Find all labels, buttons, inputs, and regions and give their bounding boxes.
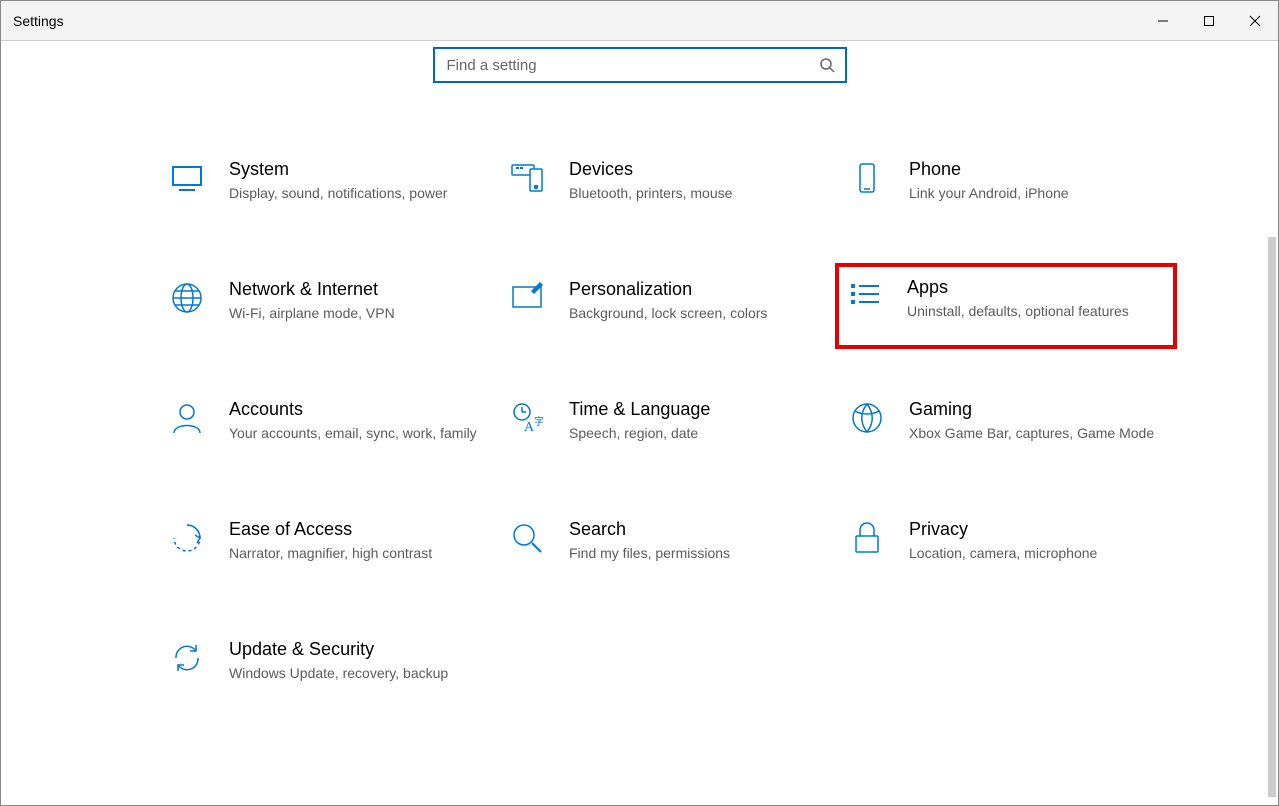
- network-icon: [167, 281, 207, 321]
- category-text: Devices Bluetooth, printers, mouse: [569, 159, 825, 203]
- personalization-icon: [507, 281, 547, 321]
- category-phone[interactable]: Phone Link your Android, iPhone: [841, 153, 1171, 209]
- search-box[interactable]: [433, 47, 847, 83]
- category-title: Apps: [907, 277, 1167, 298]
- category-desc: Your accounts, email, sync, work, family: [229, 424, 485, 443]
- category-text: Privacy Location, camera, microphone: [909, 519, 1165, 563]
- category-title: Privacy: [909, 519, 1165, 540]
- category-title: Update & Security: [229, 639, 485, 660]
- category-text: Gaming Xbox Game Bar, captures, Game Mode: [909, 399, 1165, 443]
- category-text: Update & Security Windows Update, recover…: [229, 639, 485, 683]
- category-title: Network & Internet: [229, 279, 485, 300]
- category-desc: Narrator, magnifier, high contrast: [229, 544, 485, 563]
- category-desc: Xbox Game Bar, captures, Game Mode: [909, 424, 1165, 443]
- scrollbar-thumb[interactable]: [1268, 237, 1276, 797]
- category-desc: Speech, region, date: [569, 424, 825, 443]
- category-text: Phone Link your Android, iPhone: [909, 159, 1165, 203]
- category-gaming[interactable]: Gaming Xbox Game Bar, captures, Game Mode: [841, 393, 1171, 449]
- category-desc: Background, lock screen, colors: [569, 304, 825, 323]
- category-accounts[interactable]: Accounts Your accounts, email, sync, work…: [161, 393, 491, 449]
- time-icon: A字: [507, 401, 547, 441]
- window-title: Settings: [13, 13, 64, 29]
- category-desc: Bluetooth, printers, mouse: [569, 184, 825, 203]
- category-text: System Display, sound, notifications, pow…: [229, 159, 485, 203]
- system-icon: [167, 161, 207, 201]
- ease-icon: [167, 521, 207, 561]
- category-apps[interactable]: Apps Uninstall, defaults, optional featur…: [835, 263, 1177, 349]
- category-title: Ease of Access: [229, 519, 485, 540]
- update-icon: [167, 641, 207, 681]
- privacy-icon: [847, 521, 887, 561]
- close-button[interactable]: [1232, 1, 1278, 41]
- category-desc: Location, camera, microphone: [909, 544, 1165, 563]
- category-text: Accounts Your accounts, email, sync, work…: [229, 399, 485, 443]
- category-update[interactable]: Update & Security Windows Update, recover…: [161, 633, 491, 689]
- gaming-icon: [847, 401, 887, 441]
- category-text: Network & Internet Wi-Fi, airplane mode, …: [229, 279, 485, 323]
- titlebar[interactable]: Settings: [1, 1, 1278, 41]
- category-title: Gaming: [909, 399, 1165, 420]
- category-desc: Display, sound, notifications, power: [229, 184, 485, 203]
- category-title: Accounts: [229, 399, 485, 420]
- category-desc: Wi-Fi, airplane mode, VPN: [229, 304, 485, 323]
- category-text: Personalization Background, lock screen, …: [569, 279, 825, 323]
- minimize-button[interactable]: [1140, 1, 1186, 41]
- search-input[interactable]: [445, 56, 835, 75]
- category-privacy[interactable]: Privacy Location, camera, microphone: [841, 513, 1171, 569]
- category-text: Search Find my files, permissions: [569, 519, 825, 563]
- svg-text:字: 字: [534, 415, 544, 428]
- category-title: System: [229, 159, 485, 180]
- category-text: Time & Language Speech, region, date: [569, 399, 825, 443]
- category-ease[interactable]: Ease of Access Narrator, magnifier, high …: [161, 513, 491, 569]
- category-title: Personalization: [569, 279, 825, 300]
- maximize-button[interactable]: [1186, 1, 1232, 41]
- category-text: Ease of Access Narrator, magnifier, high …: [229, 519, 485, 563]
- category-time[interactable]: A字 Time & Language Speech, region, date: [501, 393, 831, 449]
- window-controls: [1140, 1, 1278, 41]
- apps-icon: [845, 279, 885, 319]
- category-desc: Link your Android, iPhone: [909, 184, 1165, 203]
- devices-icon: [507, 161, 547, 201]
- category-system[interactable]: System Display, sound, notifications, pow…: [161, 153, 491, 209]
- category-personalization[interactable]: Personalization Background, lock screen, …: [501, 273, 831, 329]
- search-icon: [819, 57, 835, 73]
- category-text: Apps Uninstall, defaults, optional featur…: [907, 277, 1167, 321]
- category-title: Devices: [569, 159, 825, 180]
- phone-icon: [847, 161, 887, 201]
- category-title: Time & Language: [569, 399, 825, 420]
- category-desc: Uninstall, defaults, optional features: [907, 302, 1167, 321]
- category-desc: Find my files, permissions: [569, 544, 825, 563]
- search-icon: [507, 521, 547, 561]
- category-title: Search: [569, 519, 825, 540]
- category-title: Phone: [909, 159, 1165, 180]
- category-search[interactable]: Search Find my files, permissions: [501, 513, 831, 569]
- category-devices[interactable]: Devices Bluetooth, printers, mouse: [501, 153, 831, 209]
- accounts-icon: [167, 401, 207, 441]
- category-desc: Windows Update, recovery, backup: [229, 664, 485, 683]
- category-network[interactable]: Network & Internet Wi-Fi, airplane mode, …: [161, 273, 491, 329]
